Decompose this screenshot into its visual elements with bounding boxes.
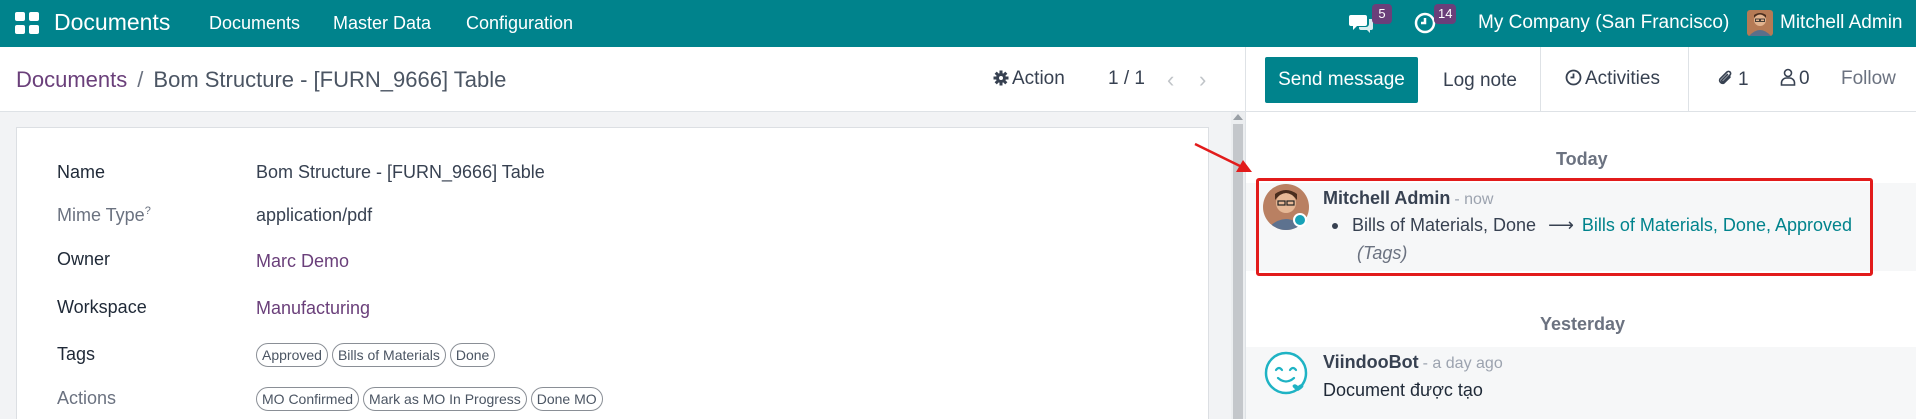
user-avatar[interactable]: [1747, 10, 1773, 36]
message-body: Document được tạo: [1323, 380, 1483, 400]
mime-type-value: application/pdf: [256, 205, 373, 225]
workspace-value[interactable]: Manufacturing: [256, 298, 370, 319]
action-mo-confirmed[interactable]: MO Confirmed: [256, 387, 360, 411]
workspace-label: Workspace: [57, 297, 147, 317]
activities-button[interactable]: Activities: [1565, 68, 1660, 90]
topbar-divider: [1688, 47, 1689, 112]
tags-field[interactable]: Approved Bills of Materials Done: [256, 343, 496, 367]
name-label: Name: [57, 162, 106, 182]
send-message-button[interactable]: Send message: [1265, 57, 1418, 103]
breadcrumb-separator: /: [137, 67, 144, 92]
messages-icon[interactable]: [1348, 10, 1374, 36]
form-sheet: [16, 127, 1209, 419]
follow-button[interactable]: Follow: [1841, 68, 1896, 90]
date-separator-today: Today: [1556, 149, 1608, 169]
pager-value[interactable]: 1 / 1: [1108, 68, 1145, 90]
breadcrumb-documents[interactable]: Documents: [16, 67, 127, 92]
highlight-annotation: [1256, 178, 1873, 276]
user-menu[interactable]: Mitchell Admin: [1780, 12, 1903, 34]
date-separator-yesterday: Yesterday: [1540, 314, 1626, 334]
tag-done[interactable]: Done: [449, 343, 496, 367]
attachments-count: 1: [1738, 69, 1749, 90]
paperclip-icon: [1718, 70, 1732, 85]
tag-bills-of-materials[interactable]: Bills of Materials: [331, 343, 446, 367]
help-tooltip-icon[interactable]: ?: [145, 205, 151, 217]
gear-icon: [993, 70, 1009, 86]
followers-count: 0: [1799, 68, 1810, 89]
company-switcher[interactable]: My Company (San Francisco): [1478, 12, 1729, 34]
messages-badge: 5: [1372, 4, 1392, 24]
message-author: ViindooBot - a day ago: [1323, 352, 1503, 373]
app-title[interactable]: Documents: [54, 9, 170, 36]
top-navbar: Documents Documents Master Data Configur…: [0, 0, 1916, 47]
menu-configuration[interactable]: Configuration: [466, 13, 573, 34]
name-value[interactable]: Bom Structure - [FURN_9666] Table: [256, 162, 545, 183]
annotation-arrow-icon: [1194, 142, 1252, 172]
message-date: - a day ago: [1422, 355, 1503, 372]
pager-previous-icon[interactable]: ‹: [1167, 67, 1174, 93]
attachments-button[interactable]: 1: [1716, 68, 1749, 91]
action-done-mo[interactable]: Done MO: [530, 387, 603, 411]
user-icon: [1780, 68, 1796, 86]
activities-label: Activities: [1585, 68, 1660, 89]
menu-master-data[interactable]: Master Data: [333, 13, 431, 34]
followers-button[interactable]: 0: [1780, 68, 1810, 90]
action-button[interactable]: Action: [993, 68, 1065, 90]
pager-next-icon[interactable]: ›: [1199, 67, 1206, 93]
actions-field[interactable]: MO Confirmed Mark as MO In Progress Done…: [256, 387, 603, 411]
activities-badge: 14: [1434, 4, 1457, 24]
scroll-up-icon[interactable]: [1233, 114, 1243, 120]
action-mark-as-mo-in-progress[interactable]: Mark as MO In Progress: [363, 387, 527, 411]
control-panel: Documents / Bom Structure - [FURN_9666] Ta…: [0, 47, 1245, 112]
breadcrumb: Documents / Bom Structure - [FURN_9666] Ta…: [16, 67, 506, 93]
topbar-divider: [1540, 47, 1541, 112]
actions-label: Actions: [57, 388, 117, 408]
bot-avatar[interactable]: [1263, 350, 1309, 396]
mime-type-label-text: Mime Type: [57, 205, 145, 225]
action-label: Action: [1012, 68, 1065, 89]
apps-menu-icon[interactable]: [15, 12, 39, 34]
owner-value[interactable]: Marc Demo: [256, 251, 349, 272]
mime-type-label: Mime Type?: [57, 205, 151, 226]
owner-label: Owner: [57, 249, 111, 269]
log-note-button[interactable]: Log note: [1443, 70, 1517, 92]
menu-documents[interactable]: Documents: [209, 13, 300, 34]
tags-label: Tags: [57, 344, 96, 364]
tag-approved[interactable]: Approved: [256, 343, 328, 367]
author-name[interactable]: ViindooBot: [1323, 352, 1419, 372]
breadcrumb-current: Bom Structure - [FURN_9666] Table: [153, 67, 507, 92]
clock-icon: [1565, 69, 1582, 86]
